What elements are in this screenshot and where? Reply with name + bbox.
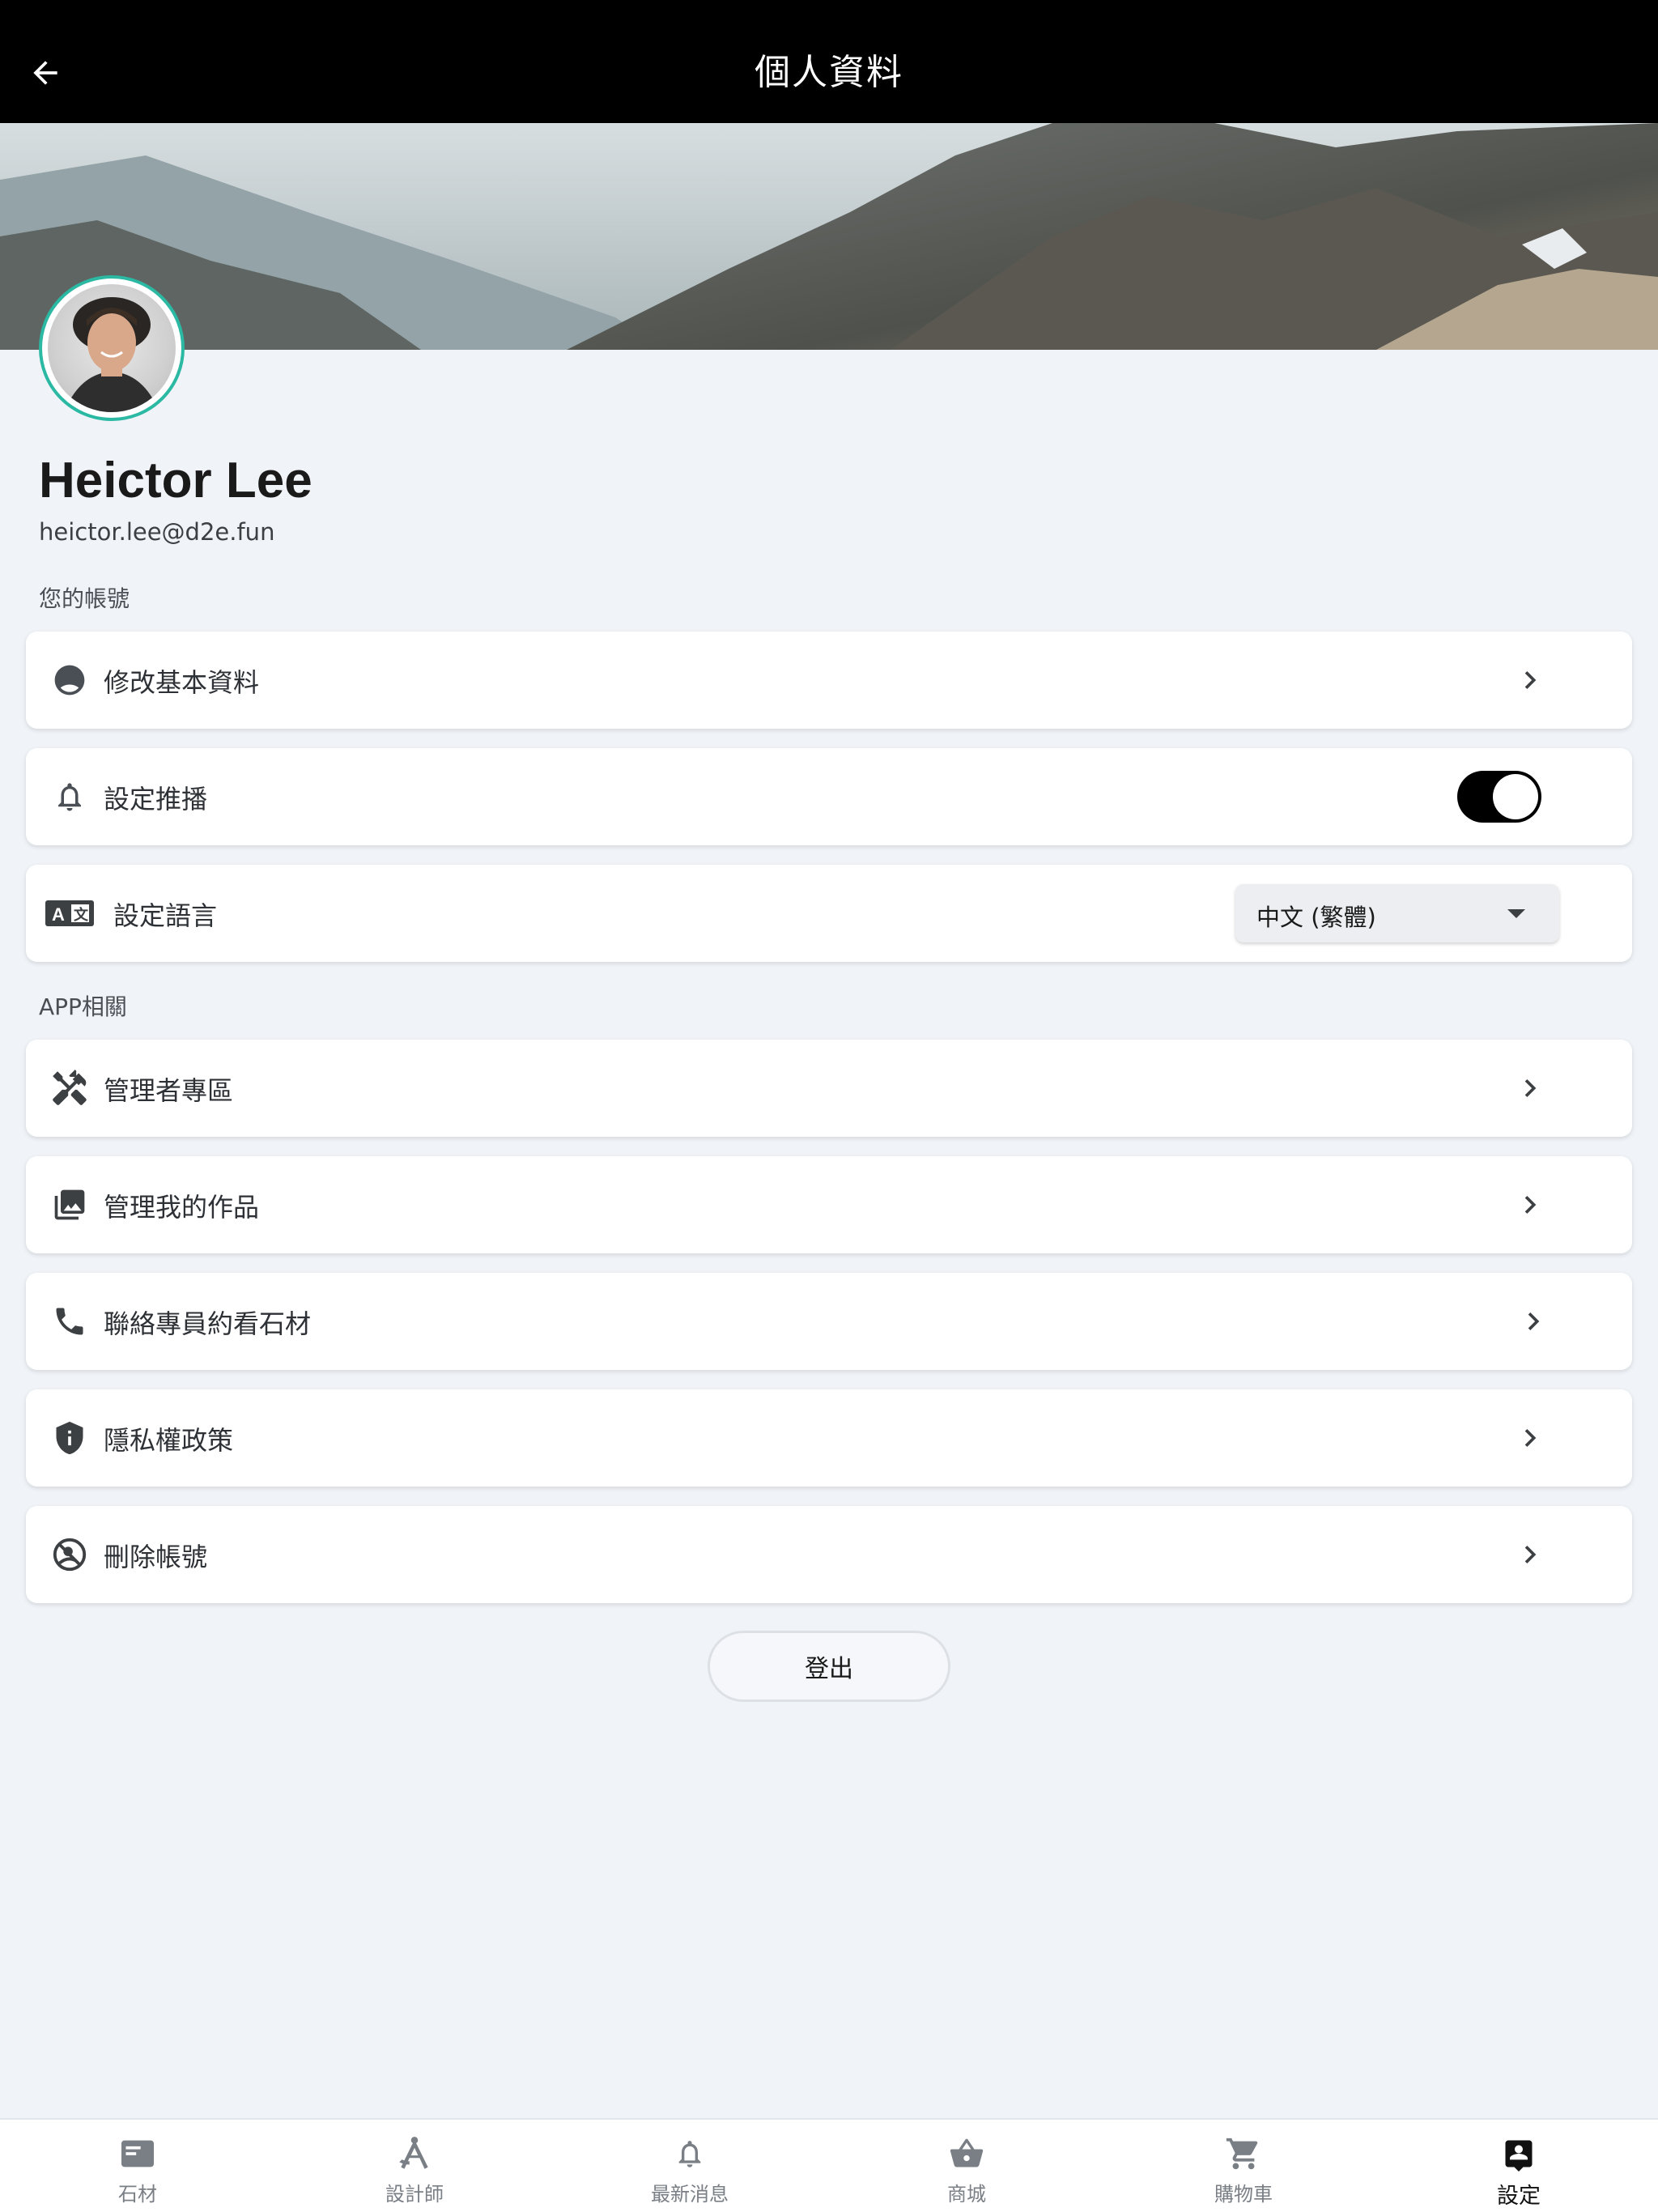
phone-icon xyxy=(45,1297,94,1346)
tools-icon xyxy=(45,1064,94,1112)
edit-profile-item[interactable]: 修改基本資料 xyxy=(26,632,1632,729)
push-notification-toggle[interactable] xyxy=(1457,771,1541,823)
cover-image xyxy=(0,123,1658,350)
translate-icon: A 文 xyxy=(45,889,94,938)
contact-specialist-label: 聯絡專員約看石材 xyxy=(104,1308,312,1339)
section-label-app: APP相關 xyxy=(39,993,127,1020)
back-button[interactable] xyxy=(24,52,66,94)
edit-profile-label: 修改基本資料 xyxy=(104,667,260,698)
dropdown-arrow-icon xyxy=(1507,909,1525,918)
avatar-photo xyxy=(48,284,176,412)
chevron-right-icon xyxy=(1509,1067,1551,1109)
manage-works-label: 管理我的作品 xyxy=(104,1192,260,1223)
admin-area-label: 管理者專區 xyxy=(104,1075,234,1106)
arrow-back-icon xyxy=(33,61,57,85)
account-circle-icon xyxy=(45,656,94,704)
section-label-account: 您的帳號 xyxy=(39,585,130,612)
delete-account-label: 刪除帳號 xyxy=(104,1542,208,1572)
stone-card-icon xyxy=(117,2133,159,2175)
profile-name: Heictor Lee xyxy=(39,453,312,508)
language-selected-value: 中文 (繁體) xyxy=(1256,904,1376,931)
chevron-right-icon xyxy=(1509,659,1551,701)
svg-text:文: 文 xyxy=(74,906,89,924)
nav-label: 購物車 xyxy=(1214,2183,1273,2206)
manage-works-item[interactable]: 管理我的作品 xyxy=(26,1156,1632,1253)
logout-button[interactable]: 登出 xyxy=(708,1631,950,1702)
bell-icon xyxy=(669,2133,711,2175)
cart-icon xyxy=(1222,2133,1265,2175)
push-notification-item: 設定推播 xyxy=(26,748,1632,845)
nav-item-settings[interactable]: 設定 xyxy=(1438,2120,1600,2212)
nav-item-cart[interactable]: 購物車 xyxy=(1163,2120,1324,2212)
profile-email: heictor.lee@d2e.fun xyxy=(39,518,275,546)
nav-label: 設計師 xyxy=(385,2183,444,2206)
chevron-right-icon xyxy=(1509,1534,1551,1576)
nav-item-news[interactable]: 最新消息 xyxy=(609,2120,771,2212)
block-user-icon xyxy=(45,1530,94,1579)
photo-library-icon xyxy=(45,1180,94,1229)
page-title: 個人資料 xyxy=(755,52,903,93)
account-box-icon xyxy=(1498,2133,1540,2175)
language-label: 設定語言 xyxy=(113,900,218,931)
nav-label: 最新消息 xyxy=(651,2183,729,2206)
compass-draw-icon xyxy=(393,2133,436,2175)
privacy-policy-item[interactable]: 隱私權政策 xyxy=(26,1389,1632,1487)
toggle-knob xyxy=(1493,774,1538,819)
avatar[interactable] xyxy=(39,275,185,421)
admin-area-item[interactable]: 管理者專區 xyxy=(26,1040,1632,1137)
nav-label: 設定 xyxy=(1497,2184,1541,2209)
basket-icon xyxy=(946,2133,988,2175)
bell-icon xyxy=(45,772,94,821)
svg-text:A: A xyxy=(52,904,65,925)
push-notification-label: 設定推播 xyxy=(104,784,208,815)
nav-label: 石材 xyxy=(118,2183,157,2206)
nav-item-designer[interactable]: 設計師 xyxy=(334,2120,495,2212)
bottom-navigation: 石材 設計師 最新消息 商城 購物車 設定 xyxy=(0,2118,1658,2212)
chevron-right-icon xyxy=(1512,1300,1554,1342)
delete-account-item[interactable]: 刪除帳號 xyxy=(26,1506,1632,1603)
shield-info-icon xyxy=(45,1414,94,1462)
privacy-policy-label: 隱私權政策 xyxy=(104,1425,234,1456)
app-bar: 個人資料 xyxy=(0,0,1658,123)
nav-item-shop[interactable]: 商城 xyxy=(886,2120,1048,2212)
contact-specialist-item[interactable]: 聯絡專員約看石材 xyxy=(26,1273,1632,1370)
language-item: A 文 設定語言 中文 (繁體) xyxy=(26,865,1632,962)
language-dropdown[interactable]: 中文 (繁體) xyxy=(1235,884,1559,942)
nav-label: 商城 xyxy=(947,2183,986,2206)
chevron-right-icon xyxy=(1509,1417,1551,1459)
nav-item-stone[interactable]: 石材 xyxy=(57,2120,219,2212)
chevron-right-icon xyxy=(1509,1184,1551,1226)
